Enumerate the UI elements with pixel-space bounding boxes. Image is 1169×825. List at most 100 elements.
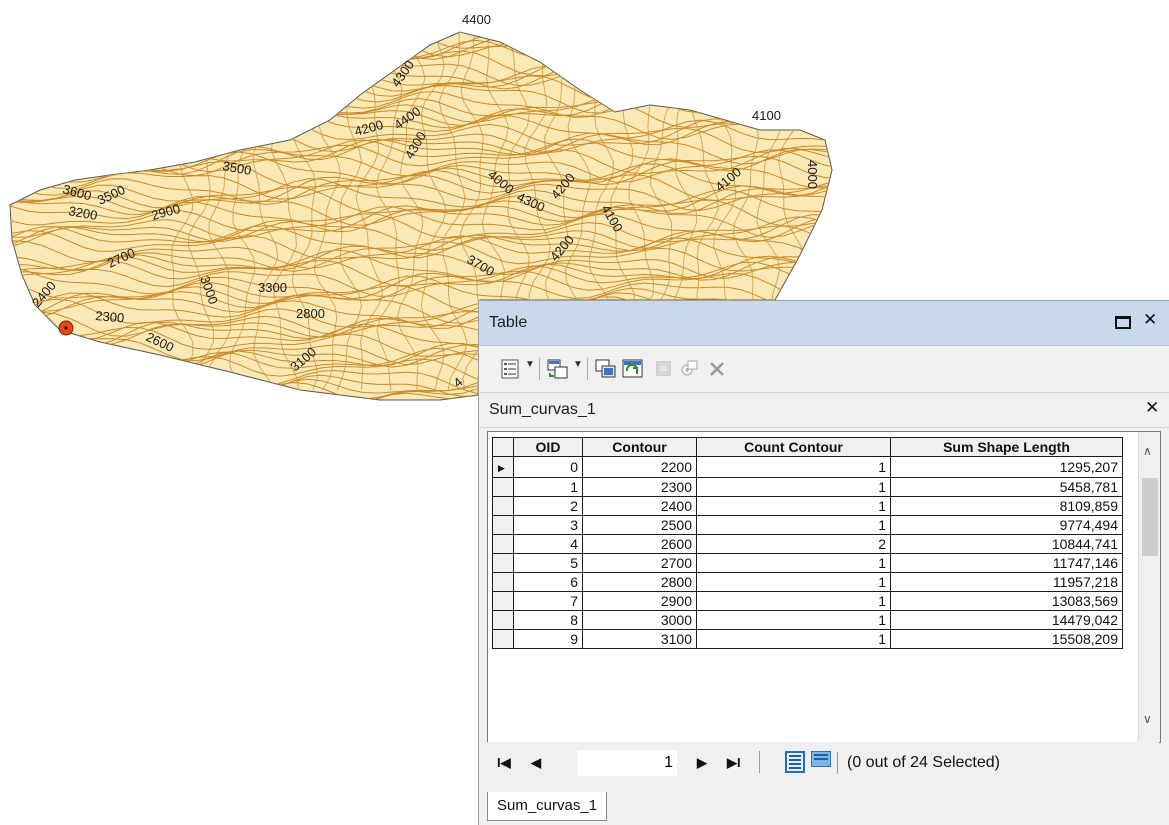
table-row[interactable]: ▶ 0 2200 1 1295,207 bbox=[492, 456, 1123, 478]
current-record-input[interactable] bbox=[577, 750, 677, 776]
next-record-icon[interactable]: ▶ bbox=[697, 755, 707, 771]
switch-selection-icon[interactable] bbox=[622, 359, 644, 379]
scroll-down-icon[interactable]: ∨ bbox=[1143, 712, 1152, 726]
scroll-up-icon[interactable]: ∧ bbox=[1143, 444, 1152, 458]
cell-sum-shape-length[interactable]: 9774,494 bbox=[890, 515, 1123, 535]
cell-sum-shape-length[interactable]: 14479,042 bbox=[890, 610, 1123, 630]
cell-contour[interactable]: 3000 bbox=[582, 610, 697, 630]
row-selector[interactable] bbox=[492, 629, 514, 649]
cell-sum-shape-length[interactable]: 11747,146 bbox=[890, 553, 1123, 573]
selection-status: (0 out of 24 Selected) bbox=[847, 754, 1000, 771]
table-toolbar: ▼ ▼ bbox=[479, 346, 1169, 392]
vertical-scrollbar[interactable]: ∧ ∨ bbox=[1138, 432, 1160, 742]
cell-contour[interactable]: 2200 bbox=[582, 456, 697, 478]
table-row[interactable]: 8 3000 1 14479,042 bbox=[492, 610, 1123, 630]
row-selector[interactable] bbox=[492, 534, 514, 554]
cell-count-contour[interactable]: 1 bbox=[696, 572, 891, 592]
cell-oid[interactable]: 1 bbox=[513, 477, 583, 497]
cell-oid[interactable]: 4 bbox=[513, 534, 583, 554]
cell-oid[interactable]: 6 bbox=[513, 572, 583, 592]
cell-sum-shape-length[interactable]: 13083,569 bbox=[890, 591, 1123, 611]
column-header-oid[interactable]: OID bbox=[513, 437, 583, 457]
cell-sum-shape-length[interactable]: 11957,218 bbox=[890, 572, 1123, 592]
show-all-records-icon[interactable] bbox=[785, 751, 805, 773]
row-selector[interactable]: ▶ bbox=[492, 456, 514, 478]
cell-contour[interactable]: 2500 bbox=[582, 515, 697, 535]
column-header-count-contour[interactable]: Count Contour bbox=[696, 437, 891, 457]
delete-selected-icon[interactable] bbox=[708, 359, 726, 379]
cell-contour[interactable]: 2800 bbox=[582, 572, 697, 592]
cell-sum-shape-length[interactable]: 10844,741 bbox=[890, 534, 1123, 554]
cell-oid[interactable]: 5 bbox=[513, 553, 583, 573]
row-selector[interactable] bbox=[492, 477, 514, 497]
close-window-button[interactable]: ✕ bbox=[1143, 311, 1157, 329]
first-record-icon[interactable]: I◀ bbox=[497, 755, 511, 771]
cell-count-contour[interactable]: 1 bbox=[696, 610, 891, 630]
select-by-attributes-icon[interactable] bbox=[595, 359, 617, 379]
cell-count-contour[interactable]: 1 bbox=[696, 515, 891, 535]
table-row[interactable]: 3 2500 1 9774,494 bbox=[492, 515, 1123, 535]
table-tab[interactable]: Sum_curvas_1 bbox=[487, 792, 608, 821]
title-bar[interactable]: Table ✕ bbox=[479, 301, 1169, 346]
cell-contour[interactable]: 2900 bbox=[582, 591, 697, 611]
row-selector[interactable] bbox=[492, 591, 514, 611]
cell-count-contour[interactable]: 1 bbox=[696, 477, 891, 497]
related-tables-icon[interactable] bbox=[547, 359, 569, 379]
table-options-icon[interactable] bbox=[501, 359, 519, 379]
cell-oid[interactable]: 8 bbox=[513, 610, 583, 630]
contour-line bbox=[10, 32, 832, 51]
row-selector[interactable] bbox=[492, 496, 514, 516]
cell-contour[interactable]: 3100 bbox=[582, 629, 697, 649]
table-row[interactable]: 6 2800 1 11957,218 bbox=[492, 572, 1123, 592]
cell-oid[interactable]: 9 bbox=[513, 629, 583, 649]
table-row[interactable]: 1 2300 1 5458,781 bbox=[492, 477, 1123, 497]
table-row[interactable]: 7 2900 1 13083,569 bbox=[492, 591, 1123, 611]
cell-count-contour[interactable]: 1 bbox=[696, 553, 891, 573]
scrollbar-thumb[interactable] bbox=[1142, 478, 1158, 556]
restore-window-button[interactable] bbox=[1115, 316, 1131, 329]
attribute-grid[interactable]: OID Contour Count Contour Sum Shape Leng… bbox=[487, 431, 1161, 743]
contour-label: 2800 bbox=[296, 306, 325, 321]
table-window[interactable]: Table ✕ ▼ ▼ Sum_curvas_1 ✕ OID Contour C… bbox=[478, 300, 1169, 825]
last-record-icon[interactable]: ▶I bbox=[727, 755, 741, 771]
table-row[interactable]: 5 2700 1 11747,146 bbox=[492, 553, 1123, 573]
cell-contour[interactable]: 2600 bbox=[582, 534, 697, 554]
chevron-down-icon[interactable]: ▼ bbox=[525, 359, 535, 370]
table-header-row: OID Contour Count Contour Sum Shape Leng… bbox=[492, 437, 1123, 457]
close-tab-button[interactable]: ✕ bbox=[1145, 398, 1159, 418]
row-selector-header[interactable] bbox=[492, 437, 514, 457]
cell-count-contour[interactable]: 1 bbox=[696, 629, 891, 649]
record-navigation-bar: I◀ ◀ ▶ ▶I (0 out of 24 Selected) bbox=[487, 742, 1159, 784]
cell-oid[interactable]: 0 bbox=[513, 456, 583, 478]
table-row[interactable]: 2 2400 1 8109,859 bbox=[492, 496, 1123, 516]
cell-contour[interactable]: 2700 bbox=[582, 553, 697, 573]
cell-contour[interactable]: 2300 bbox=[582, 477, 697, 497]
toolbar-separator bbox=[539, 358, 540, 380]
cell-sum-shape-length[interactable]: 1295,207 bbox=[890, 456, 1123, 478]
column-header-sum-shape-length[interactable]: Sum Shape Length bbox=[890, 437, 1123, 457]
chevron-down-icon[interactable]: ▼ bbox=[573, 359, 583, 370]
show-selected-records-icon[interactable] bbox=[811, 751, 831, 767]
previous-record-icon[interactable]: ◀ bbox=[531, 755, 541, 771]
zoom-to-selected-icon[interactable] bbox=[679, 359, 699, 379]
row-selector[interactable] bbox=[492, 610, 514, 630]
cell-oid[interactable]: 7 bbox=[513, 591, 583, 611]
cell-contour[interactable]: 2400 bbox=[582, 496, 697, 516]
current-row-pointer-icon: ▶ bbox=[498, 463, 505, 473]
clear-selection-icon[interactable] bbox=[655, 359, 673, 379]
row-selector[interactable] bbox=[492, 572, 514, 592]
cell-sum-shape-length[interactable]: 5458,781 bbox=[890, 477, 1123, 497]
cell-sum-shape-length[interactable]: 8109,859 bbox=[890, 496, 1123, 516]
cell-count-contour[interactable]: 2 bbox=[696, 534, 891, 554]
row-selector[interactable] bbox=[492, 515, 514, 535]
column-header-contour[interactable]: Contour bbox=[582, 437, 697, 457]
row-selector[interactable] bbox=[492, 553, 514, 573]
table-row[interactable]: 4 2600 2 10844,741 bbox=[492, 534, 1123, 554]
cell-count-contour[interactable]: 1 bbox=[696, 456, 891, 478]
cell-oid[interactable]: 3 bbox=[513, 515, 583, 535]
cell-count-contour[interactable]: 1 bbox=[696, 591, 891, 611]
table-row[interactable]: 9 3100 1 15508,209 bbox=[492, 629, 1123, 649]
cell-count-contour[interactable]: 1 bbox=[696, 496, 891, 516]
cell-sum-shape-length[interactable]: 15508,209 bbox=[890, 629, 1123, 649]
cell-oid[interactable]: 2 bbox=[513, 496, 583, 516]
